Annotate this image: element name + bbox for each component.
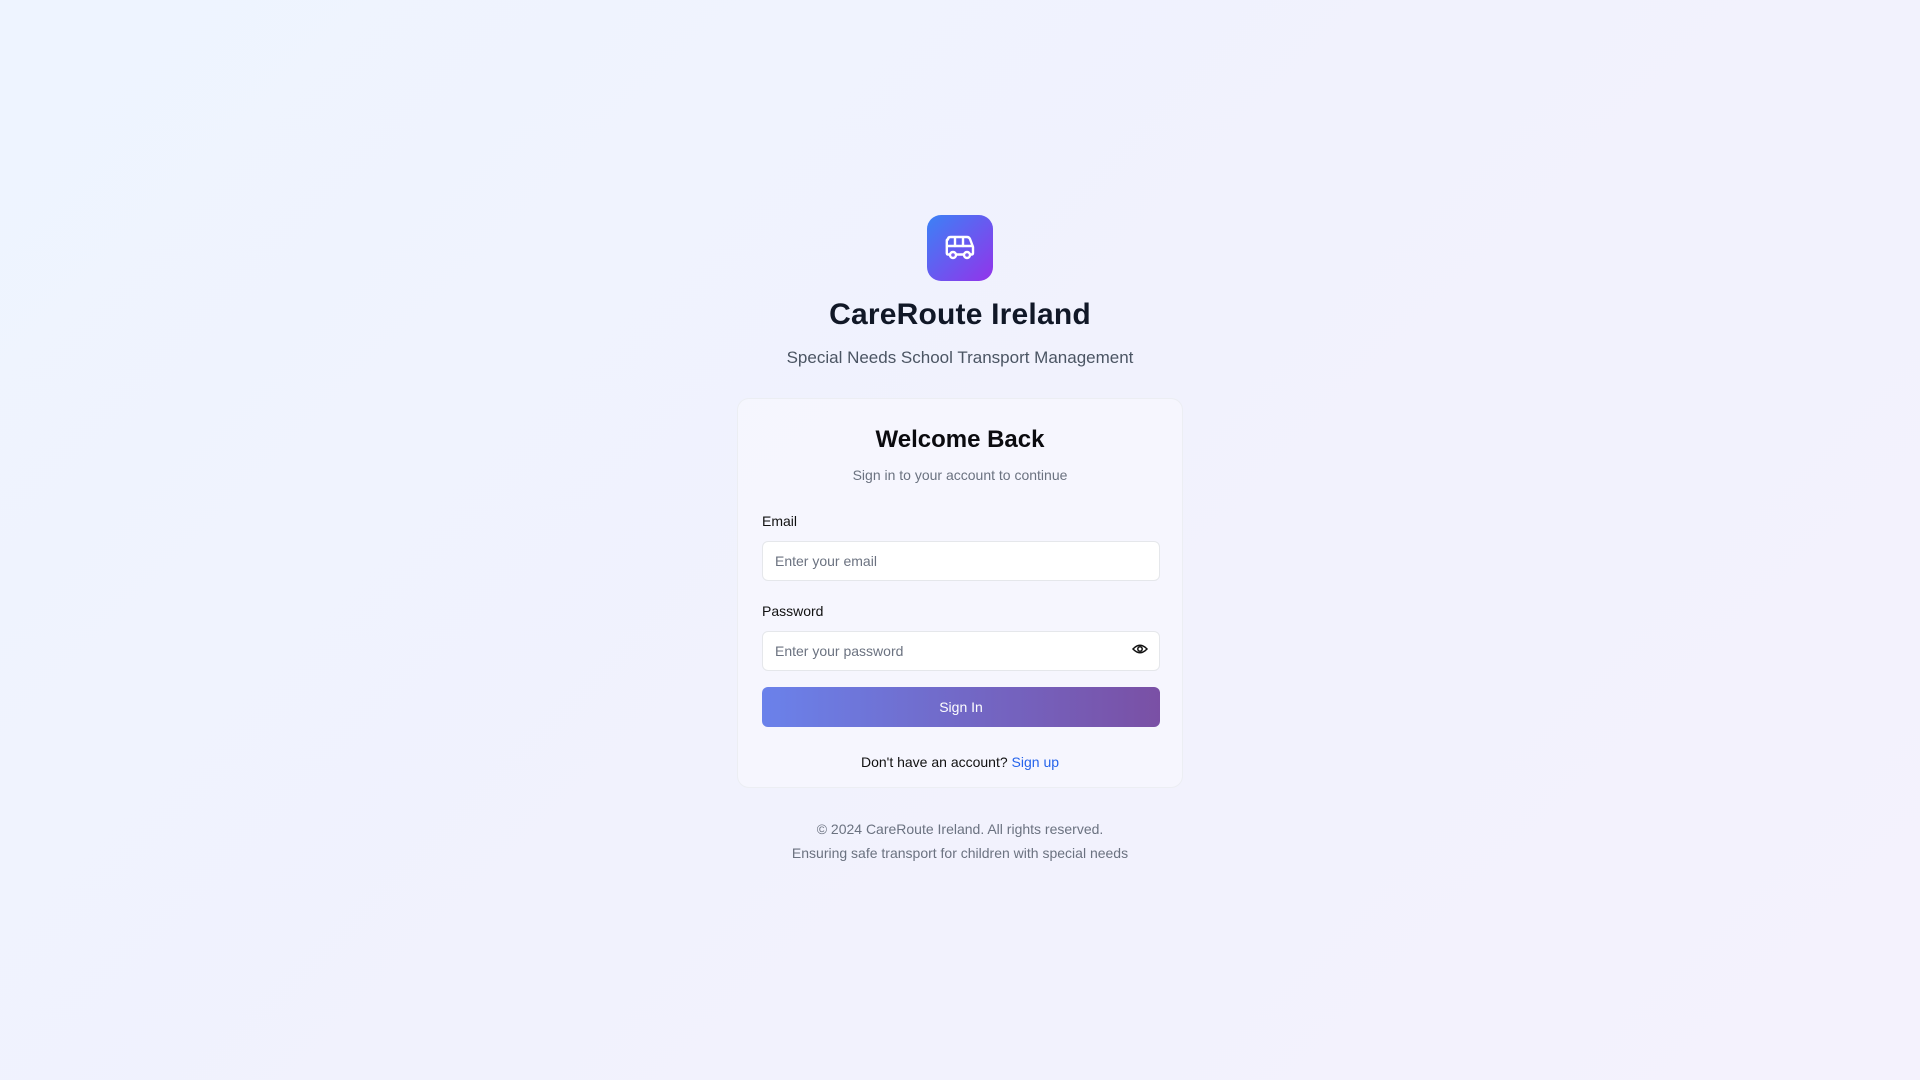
app-subtitle: Special Needs School Transport Managemen… xyxy=(786,348,1134,367)
sign-in-button[interactable]: Sign In xyxy=(762,687,1160,727)
password-field-wrapper xyxy=(762,631,1160,671)
bus-icon xyxy=(944,234,976,262)
login-title: Welcome Back xyxy=(875,426,1045,453)
email-field-wrapper xyxy=(762,541,1160,581)
eye-icon xyxy=(1131,642,1149,660)
email-label: Email xyxy=(762,513,798,529)
app-logo xyxy=(927,215,993,281)
login-card: Welcome Back Sign in to your account to … xyxy=(737,398,1183,788)
show-password-toggle[interactable] xyxy=(1130,641,1150,661)
signup-row: Don't have an account? Sign up xyxy=(762,753,1158,771)
signup-prompt: Don't have an account? xyxy=(860,754,1012,770)
email-input[interactable] xyxy=(762,541,1160,581)
footer-tagline: Ensuring safe transport for children wit… xyxy=(791,845,1129,861)
login-subtitle: Sign in to your account to continue xyxy=(852,467,1068,483)
password-label: Password xyxy=(762,603,824,619)
app-title: CareRoute Ireland xyxy=(829,298,1091,331)
footer-copyright: © 2024 CareRoute Ireland. All rights res… xyxy=(816,821,1104,837)
password-input[interactable] xyxy=(762,631,1160,671)
brand-header: CareRoute Ireland Special Needs School T… xyxy=(0,215,1920,369)
footer: © 2024 CareRoute Ireland. All rights res… xyxy=(0,820,1920,862)
login-page: CareRoute Ireland Special Needs School T… xyxy=(0,0,1920,1080)
sign-up-link[interactable]: Sign up xyxy=(1012,754,1059,770)
